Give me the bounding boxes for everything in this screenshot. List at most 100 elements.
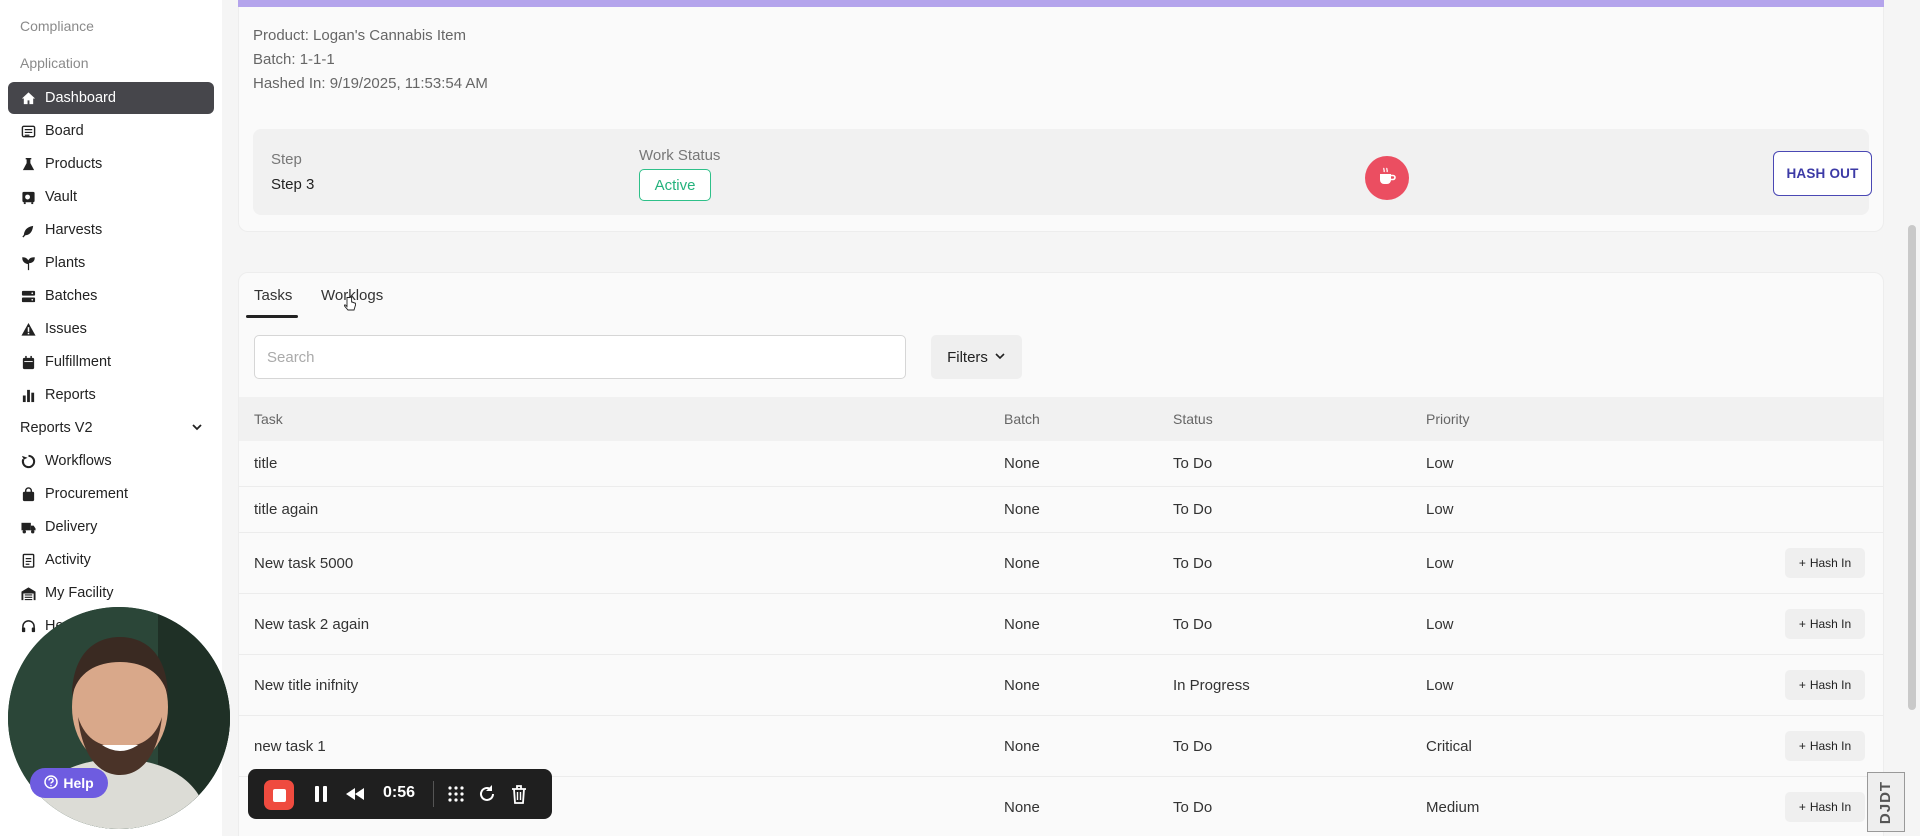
task-priority: Low <box>1426 501 1454 518</box>
sidebar-item-reports-v2[interactable]: Reports V2 <box>8 412 214 444</box>
sidebar-item-label: Board <box>45 123 84 139</box>
search-input[interactable] <box>254 335 906 379</box>
column-header-batch[interactable]: Batch <box>1004 411 1040 427</box>
sidebar-item-products[interactable]: Products <box>8 148 214 180</box>
plus-icon: + <box>1798 678 1806 692</box>
sidebar-item-label: Fulfillment <box>45 354 112 370</box>
work-status-label: Work Status <box>639 147 721 164</box>
sidebar-item-fulfillment[interactable]: Fulfillment <box>8 346 214 378</box>
restart-icon <box>480 785 494 801</box>
step-panel: Step Step 3 Work Status Active HASH OUT <box>253 129 1872 215</box>
task-batch: None <box>1004 677 1040 694</box>
hash-in-button[interactable]: + Hash In <box>1785 670 1865 700</box>
sidebar-item-activity[interactable]: Activity <box>8 544 214 576</box>
section-compliance[interactable]: Compliance <box>20 18 94 34</box>
layers-icon <box>20 288 36 304</box>
sidebar-item-plants[interactable]: Plants <box>8 247 214 279</box>
sidebar-item-label: Products <box>45 156 103 172</box>
calendar-icon <box>20 354 36 370</box>
table-row[interactable]: title None To Do Low <box>239 441 1883 487</box>
column-header-task[interactable]: Task <box>254 411 283 427</box>
chevron-down-icon <box>994 349 1006 366</box>
sidebar-item-label: Workflows <box>45 453 112 469</box>
task-title: New title inifnity <box>254 677 359 694</box>
restart-button[interactable] <box>476 783 498 805</box>
filters-label: Filters <box>947 348 988 366</box>
sidebar-item-label: Vault <box>45 189 77 205</box>
flask-icon <box>20 156 36 172</box>
stop-icon <box>272 788 286 802</box>
batch-label: Batch: 1-1-1 <box>253 51 335 68</box>
delete-recording-button[interactable] <box>508 783 530 805</box>
help-button[interactable]: Help <box>30 768 108 798</box>
table-row[interactable]: New task 5000 None To Do Low + Hash In <box>239 533 1883 594</box>
break-button[interactable] <box>1365 156 1409 200</box>
sidebar-item-board[interactable]: Board <box>8 115 214 147</box>
table-header: Task Batch Status Priority <box>239 397 1883 441</box>
sidebar-item-label: Dashboard <box>45 90 116 106</box>
sidebar-item-label: My Facility <box>45 585 114 601</box>
sprout-icon <box>20 255 36 271</box>
grid-button[interactable] <box>445 783 467 805</box>
sidebar-item-workflows[interactable]: Workflows <box>8 445 214 477</box>
section-application[interactable]: Application <box>20 55 89 71</box>
hash-in-label: Hash In <box>1809 556 1852 570</box>
active-tab-indicator <box>246 315 298 318</box>
task-title: New task 5000 <box>254 555 354 572</box>
column-header-status[interactable]: Status <box>1173 411 1213 427</box>
table-row[interactable]: title again None To Do Low <box>239 487 1883 533</box>
task-title: New task 2 again <box>254 616 370 633</box>
task-batch: None <box>1004 738 1040 755</box>
hash-in-button[interactable]: + Hash In <box>1785 548 1865 578</box>
task-batch: None <box>1004 501 1040 518</box>
rewind-button[interactable] <box>344 783 366 805</box>
sidebar-item-dashboard[interactable]: Dashboard <box>8 82 214 114</box>
table-row[interactable]: new task 1 None To Do Critical + Hash In <box>239 716 1883 777</box>
sidebar-item-reports[interactable]: Reports <box>8 379 214 411</box>
warning-icon <box>20 321 36 337</box>
coffee-cup-icon <box>1376 165 1398 192</box>
home-icon <box>20 90 36 106</box>
recording-toolbar: 0:56 <box>248 769 552 819</box>
task-status: To Do <box>1173 555 1213 572</box>
recording-timer: 0:56 <box>383 784 416 801</box>
column-header-priority[interactable]: Priority <box>1426 411 1470 427</box>
accent-bar <box>238 0 1884 7</box>
main-content: Product: Logan's Cannabis Item Batch: 1-… <box>222 0 1920 836</box>
hashed-item-card: Product: Logan's Cannabis Item Batch: 1-… <box>238 7 1884 232</box>
debug-toolbar-toggle[interactable]: DJDT <box>1867 772 1905 832</box>
hash-in-button[interactable]: + Hash In <box>1785 731 1865 761</box>
sidebar-item-issues[interactable]: Issues <box>8 313 214 345</box>
sidebar-item-my-facility[interactable]: My Facility <box>8 577 214 609</box>
task-title: new task 1 <box>254 738 326 755</box>
help-icon <box>44 774 59 792</box>
sidebar-item-harvests[interactable]: Harvests <box>8 214 214 246</box>
task-status: To Do <box>1173 799 1213 816</box>
page-scrollbar[interactable] <box>1908 225 1916 710</box>
sidebar-item-label: Reports <box>45 387 96 403</box>
sidebar-item-vault[interactable]: Vault <box>8 181 214 213</box>
table-row[interactable]: New task 2 again None To Do Low + Hash In <box>239 594 1883 655</box>
task-batch: None <box>1004 616 1040 633</box>
table-row[interactable]: New title inifnity None In Progress Low … <box>239 655 1883 716</box>
sidebar-item-procurement[interactable]: Procurement <box>8 478 214 510</box>
trash-icon <box>512 785 526 804</box>
stop-recording-button[interactable] <box>264 780 294 810</box>
pause-button[interactable] <box>310 783 332 805</box>
sidebar-item-label: Procurement <box>45 486 129 502</box>
hand-cursor-icon <box>343 296 357 314</box>
task-priority: Low <box>1426 616 1454 633</box>
hash-in-button[interactable]: + Hash In <box>1785 792 1865 822</box>
task-priority: Low <box>1426 455 1454 472</box>
sidebar-item-batches[interactable]: Batches <box>8 280 214 312</box>
sidebar-item-delivery[interactable]: Delivery <box>8 511 214 543</box>
leaf-icon <box>20 222 36 238</box>
tab-tasks[interactable]: Tasks <box>254 287 292 304</box>
plus-icon: + <box>1798 800 1806 814</box>
hash-out-button[interactable]: HASH OUT <box>1773 151 1872 196</box>
rewind-icon <box>346 788 364 800</box>
filters-button[interactable]: Filters <box>931 335 1022 379</box>
sidebar-item-label: Delivery <box>45 519 98 535</box>
hash-in-button[interactable]: + Hash In <box>1785 609 1865 639</box>
truck-icon <box>20 519 36 535</box>
